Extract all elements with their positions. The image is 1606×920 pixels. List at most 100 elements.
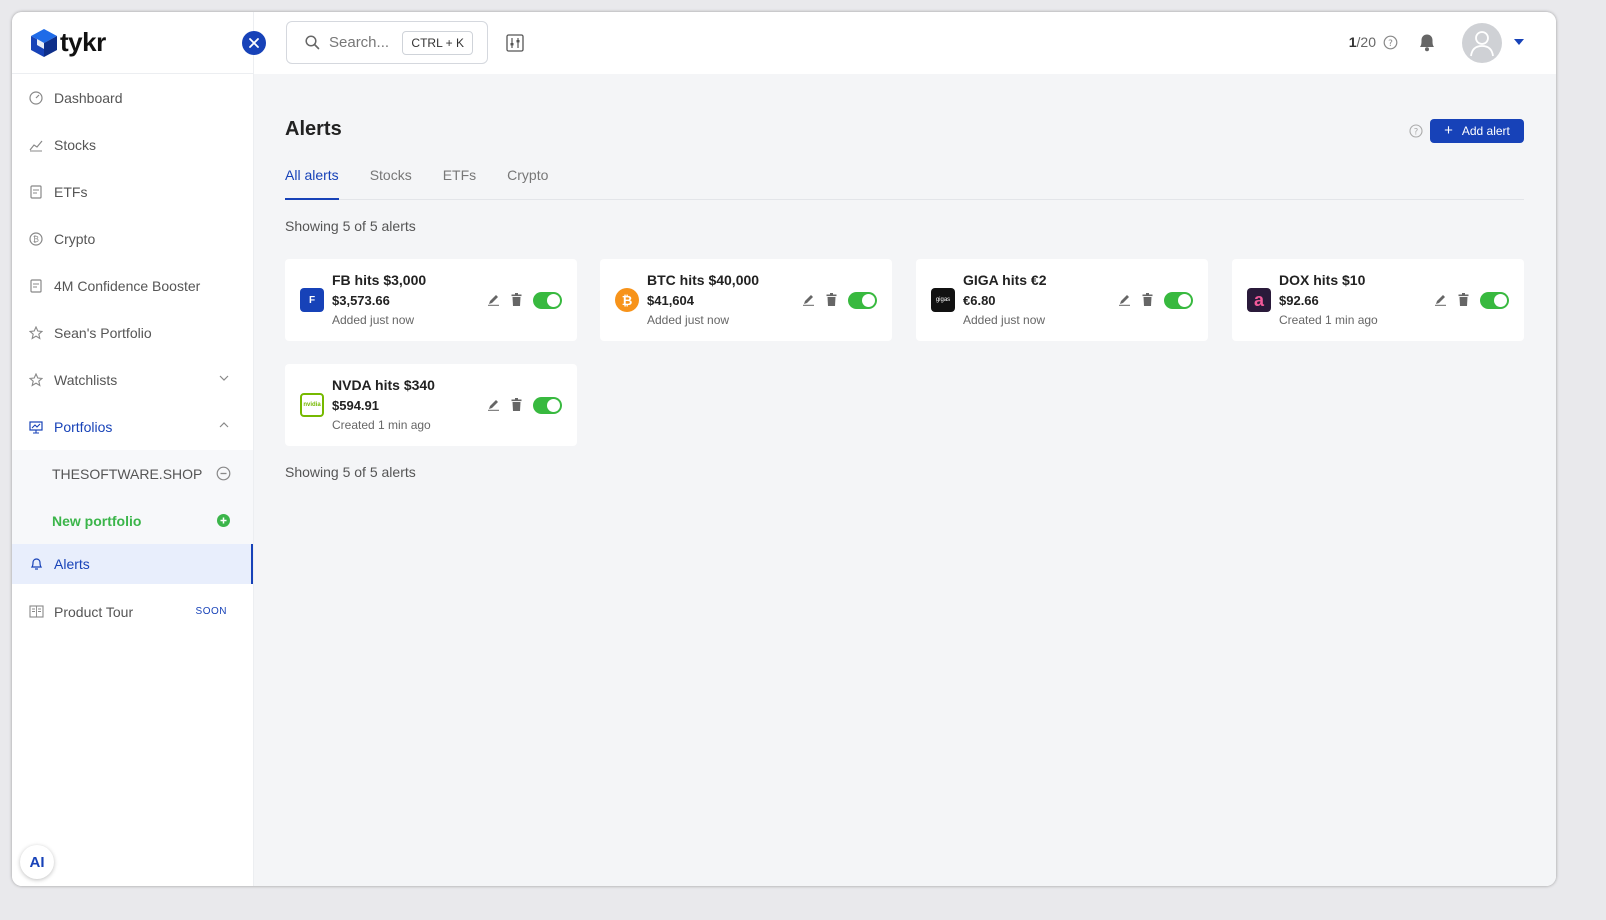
document-icon bbox=[28, 278, 44, 294]
ticker-logo: ₿ bbox=[615, 288, 639, 312]
pencil-icon[interactable] bbox=[487, 293, 500, 306]
sidebar-item-seans-portfolio[interactable]: Sean's Portfolio bbox=[12, 309, 253, 356]
chevron-down-icon[interactable] bbox=[219, 373, 229, 383]
account-menu-caret-icon[interactable] bbox=[1514, 39, 1524, 45]
alert-enabled-toggle[interactable] bbox=[1164, 292, 1193, 309]
trash-icon[interactable] bbox=[826, 293, 837, 306]
tab-crypto[interactable]: Crypto bbox=[507, 166, 548, 200]
sidebar-item-label: Product Tour bbox=[54, 603, 134, 620]
bitcoin-icon: ₿ bbox=[28, 231, 44, 247]
remove-portfolio-icon[interactable] bbox=[216, 466, 231, 481]
alert-tabs: All alerts Stocks ETFs Crypto bbox=[285, 166, 1524, 200]
trash-icon[interactable] bbox=[1142, 293, 1153, 306]
close-icon bbox=[249, 38, 259, 48]
sidebar-item-etfs[interactable]: ETFs bbox=[12, 168, 253, 215]
sidebar-item-label: Portfolios bbox=[54, 418, 113, 435]
portfolio-item-label: THESOFTWARE.SHOP bbox=[52, 465, 203, 482]
filter-settings-icon[interactable] bbox=[506, 34, 524, 52]
add-alert-label: Add alert bbox=[1461, 124, 1510, 138]
dashboard-icon bbox=[28, 90, 44, 106]
sidebar-item-label: Alerts bbox=[54, 556, 90, 572]
help-circle-icon[interactable]: ? bbox=[1409, 124, 1423, 138]
sidebar-item-label: Dashboard bbox=[54, 89, 123, 106]
alert-enabled-toggle[interactable] bbox=[1480, 292, 1509, 309]
notifications-bell-icon[interactable] bbox=[1418, 32, 1436, 52]
sidebar-item-crypto[interactable]: ₿ Crypto bbox=[12, 215, 253, 262]
ticker-logo: nvidia bbox=[300, 393, 324, 417]
new-portfolio-label: New portfolio bbox=[52, 512, 142, 529]
plus-icon: + bbox=[1444, 122, 1453, 139]
user-avatar[interactable] bbox=[1462, 23, 1502, 63]
help-circle-icon[interactable]: ? bbox=[1383, 35, 1398, 50]
search-input[interactable]: Search... CTRL + K bbox=[286, 21, 488, 64]
alert-card: a DOX hits $10 $92.66 Created 1 min ago bbox=[1232, 259, 1524, 341]
alert-card: F FB hits $3,000 $3,573.66 Added just no… bbox=[285, 259, 577, 341]
sidebar-item-label: ETFs bbox=[54, 183, 88, 200]
sidebar-item-portfolios[interactable]: Portfolios bbox=[12, 403, 253, 450]
alert-title: FB hits $3,000 bbox=[332, 272, 427, 288]
pencil-icon[interactable] bbox=[802, 293, 815, 306]
results-count: Showing 5 of 5 alerts bbox=[285, 464, 416, 480]
sidebar-item-label: Crypto bbox=[54, 230, 96, 247]
star-icon bbox=[28, 372, 44, 388]
alert-timestamp: Created 1 min ago bbox=[332, 418, 431, 432]
pencil-icon[interactable] bbox=[1118, 293, 1131, 306]
alert-enabled-toggle[interactable] bbox=[533, 292, 562, 309]
sidebar-item-label: 4M Confidence Booster bbox=[54, 277, 201, 294]
sidebar-item-stocks[interactable]: Stocks bbox=[12, 121, 253, 168]
new-portfolio-button[interactable]: New portfolio bbox=[12, 497, 253, 544]
alert-price: $594.91 bbox=[332, 398, 379, 413]
logo[interactable]: tykr bbox=[12, 12, 253, 74]
alert-title: BTC hits $40,000 bbox=[647, 272, 760, 288]
portfolio-item-thesoftware-shop[interactable]: THESOFTWARE.SHOP bbox=[12, 450, 253, 497]
pencil-icon[interactable] bbox=[487, 398, 500, 411]
main-content: Alerts ? + Add alert All alerts Stocks E… bbox=[254, 74, 1556, 886]
alert-title: GIGA hits €2 bbox=[963, 272, 1047, 288]
tab-etfs[interactable]: ETFs bbox=[443, 166, 476, 200]
alert-card: ₿ BTC hits $40,000 $41,604 Added just no… bbox=[600, 259, 892, 341]
tab-stocks[interactable]: Stocks bbox=[370, 166, 412, 200]
alert-enabled-toggle[interactable] bbox=[533, 397, 562, 414]
presentation-icon bbox=[28, 419, 44, 435]
sidebar-item-product-tour[interactable]: Product Tour SOON bbox=[12, 588, 253, 635]
close-sidebar-button[interactable] bbox=[242, 31, 266, 55]
sidebar-nav: Dashboard Stocks ETFs ₿ Crypto 4M Confid… bbox=[12, 74, 253, 635]
alert-title: NVDA hits $340 bbox=[332, 377, 435, 393]
topbar: Search... CTRL + K 1 /20 ? bbox=[254, 12, 1556, 74]
pencil-icon[interactable] bbox=[1434, 293, 1447, 306]
ai-assistant-button[interactable]: AI bbox=[20, 845, 54, 879]
trash-icon[interactable] bbox=[511, 398, 522, 411]
alert-price: $92.66 bbox=[1279, 293, 1319, 308]
app-name: tykr bbox=[60, 27, 106, 57]
alert-timestamp: Added just now bbox=[647, 313, 730, 327]
sidebar-item-dashboard[interactable]: Dashboard bbox=[12, 74, 253, 121]
add-portfolio-icon[interactable] bbox=[217, 514, 230, 527]
sidebar: tykr Dashboard Stocks ETFs ₿ Crypto 4M C… bbox=[12, 12, 266, 886]
alert-price: €6.80 bbox=[963, 293, 996, 308]
page-title: Alerts bbox=[285, 118, 342, 140]
sidebar-item-watchlists[interactable]: Watchlists bbox=[12, 356, 253, 403]
search-placeholder: Search... bbox=[329, 34, 390, 51]
sidebar-item-confidence-booster[interactable]: 4M Confidence Booster bbox=[12, 262, 253, 309]
tykr-logo-icon bbox=[31, 28, 57, 57]
sidebar-item-label: Watchlists bbox=[54, 371, 118, 388]
chevron-up-icon[interactable] bbox=[219, 420, 229, 430]
trash-icon[interactable] bbox=[1458, 293, 1469, 306]
alert-timestamp: Added just now bbox=[332, 313, 415, 327]
alert-timestamp: Created 1 min ago bbox=[1279, 313, 1378, 327]
alert-price: $3,573.66 bbox=[332, 293, 390, 308]
trash-icon[interactable] bbox=[511, 293, 522, 306]
sidebar-item-label: Stocks bbox=[54, 136, 97, 153]
tab-all-alerts[interactable]: All alerts bbox=[285, 166, 339, 200]
chart-icon bbox=[28, 137, 44, 153]
ticker-logo: a bbox=[1247, 288, 1271, 312]
alert-title: DOX hits $10 bbox=[1279, 272, 1366, 288]
alert-card: nvidia NVDA hits $340 $594.91 Created 1 … bbox=[285, 364, 577, 446]
alert-enabled-toggle[interactable] bbox=[848, 292, 877, 309]
app-window: tykr Dashboard Stocks ETFs ₿ Crypto 4M C… bbox=[12, 12, 1556, 886]
user-icon bbox=[1470, 31, 1494, 57]
star-icon bbox=[28, 325, 44, 341]
sidebar-item-alerts[interactable]: Alerts bbox=[12, 544, 253, 584]
add-alert-button[interactable]: + Add alert bbox=[1430, 119, 1524, 143]
ticker-logo: gigas bbox=[931, 288, 955, 312]
